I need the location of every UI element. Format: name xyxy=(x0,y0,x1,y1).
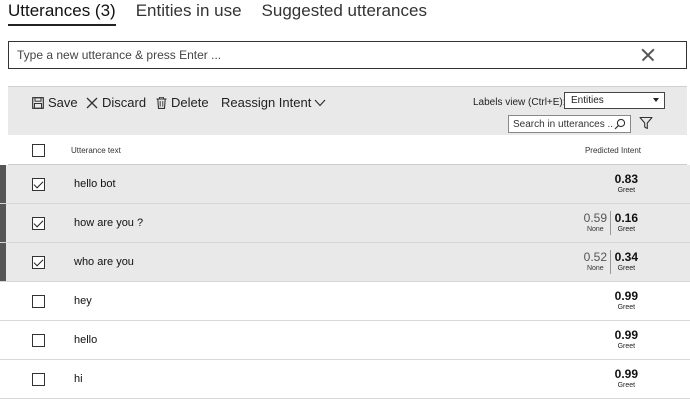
utterance-search-box xyxy=(508,115,631,133)
score-value: 0.99 xyxy=(614,289,638,303)
search-icon[interactable] xyxy=(614,118,626,130)
column-header-predicted-intent: Predicted Intent xyxy=(584,146,641,155)
predicted-intent-score: 0.16 Greet xyxy=(615,211,638,234)
predicted-intent-score: 0.99 Greet xyxy=(615,328,638,351)
alternate-intent-score: 0.59 None xyxy=(584,211,607,234)
utterance-search-input[interactable] xyxy=(509,118,614,130)
alt-score-value: 0.52 xyxy=(583,250,607,264)
column-header-utterance-text: Utterance text xyxy=(71,146,121,155)
tab-suggested-utterances[interactable]: Suggested utterances xyxy=(262,0,427,26)
score-value: 0.16 xyxy=(614,211,638,225)
save-button[interactable]: Save xyxy=(32,95,78,110)
score-value: 0.34 xyxy=(614,250,638,264)
score-divider xyxy=(610,250,611,274)
alternate-intent-score: 0.52 None xyxy=(584,250,607,273)
alt-intent-name: None xyxy=(586,265,604,272)
intent-name: Greet xyxy=(617,226,636,233)
tab-utterances[interactable]: Utterances (3) xyxy=(8,0,116,26)
save-label: Save xyxy=(48,95,78,110)
row-checkbox[interactable] xyxy=(32,217,45,230)
chevron-down-icon xyxy=(314,99,326,106)
alt-intent-name: None xyxy=(586,226,604,233)
row-checkbox[interactable] xyxy=(32,373,45,386)
predicted-intent-score: 0.83 Greet xyxy=(615,172,638,195)
table-row[interactable]: who are you 0.52 None 0.34 Greet xyxy=(0,243,690,282)
save-icon xyxy=(32,96,44,109)
utterance-text: who are you xyxy=(74,256,134,268)
row-checkbox[interactable] xyxy=(32,295,45,308)
predicted-intent-score: 0.34 Greet xyxy=(615,250,638,273)
intent-name: Greet xyxy=(617,343,636,350)
score-divider xyxy=(610,211,611,235)
labels-view-select[interactable]: Entities xyxy=(564,92,665,109)
utterance-text: hello xyxy=(74,334,98,346)
x-icon xyxy=(86,97,98,108)
labels-view-label: Labels view (Ctrl+E): xyxy=(473,97,566,108)
score-value: 0.83 xyxy=(614,172,638,186)
utterance-text: hey xyxy=(74,295,92,307)
predicted-intent-score: 0.99 Greet xyxy=(615,289,638,312)
row-checkbox[interactable] xyxy=(32,178,45,191)
reassign-intent-button[interactable]: Reassign Intent xyxy=(221,95,330,110)
score-value: 0.99 xyxy=(614,328,638,342)
tab-bar: Utterances (3) Entities in use Suggested… xyxy=(8,0,447,26)
tab-entities-in-use[interactable]: Entities in use xyxy=(136,0,242,26)
discard-button[interactable]: Discard xyxy=(86,95,146,110)
intent-name: Greet xyxy=(617,187,636,194)
intent-name: Greet xyxy=(617,382,636,389)
table-header: Utterance text Predicted Intent xyxy=(8,135,687,165)
intent-name: Greet xyxy=(617,304,636,311)
trash-icon xyxy=(156,96,167,109)
utterance-text: hi xyxy=(74,373,83,385)
utterance-text: hello bot xyxy=(74,178,116,190)
dropdown-caret-icon xyxy=(653,98,659,102)
row-checkbox[interactable] xyxy=(32,256,45,269)
utterance-text: how are you ? xyxy=(74,217,144,229)
table-row[interactable]: hello bot 0.83 Greet xyxy=(0,165,690,204)
delete-button[interactable]: Delete xyxy=(156,95,209,110)
intent-name: Greet xyxy=(617,265,636,272)
select-all-checkbox[interactable] xyxy=(32,144,45,157)
discard-label: Discard xyxy=(102,95,147,110)
utterance-list: hello bot 0.83 Greet how are you ? 0.59 … xyxy=(0,165,690,399)
new-utterance-input[interactable] xyxy=(9,48,636,62)
row-checkbox[interactable] xyxy=(32,334,45,347)
table-row[interactable]: hey 0.99 Greet xyxy=(0,282,690,321)
toolbar: Save Discard Delete Reassign Intent Labe… xyxy=(8,86,687,135)
close-icon[interactable] xyxy=(636,43,660,67)
predicted-intent-score: 0.99 Greet xyxy=(615,367,638,390)
delete-label: Delete xyxy=(171,95,209,110)
reassign-intent-label: Reassign Intent xyxy=(221,95,312,110)
new-utterance-box xyxy=(8,41,687,69)
table-row[interactable]: hi 0.99 Greet xyxy=(0,360,690,399)
table-row[interactable]: how are you ? 0.59 None 0.16 Greet xyxy=(0,204,690,243)
labels-view-value: Entities xyxy=(571,95,604,106)
score-value: 0.99 xyxy=(614,367,638,381)
filter-icon[interactable] xyxy=(639,116,653,130)
alt-score-value: 0.59 xyxy=(583,211,607,225)
table-row[interactable]: hello 0.99 Greet xyxy=(0,321,690,360)
